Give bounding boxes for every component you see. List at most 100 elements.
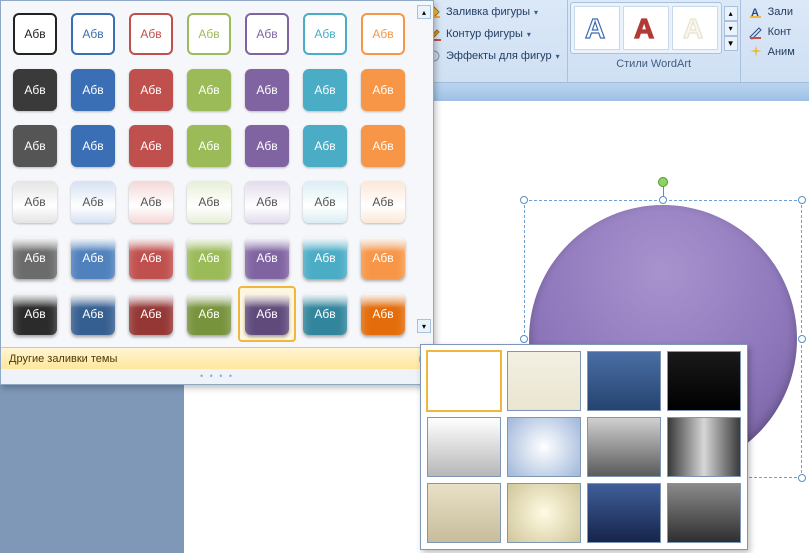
shape-style-swatch[interactable]: Абв	[65, 175, 121, 229]
sparkle-icon	[748, 44, 764, 60]
shape-style-swatch[interactable]: Абв	[123, 63, 179, 117]
shape-effects-button[interactable]: Эффекты для фигур ▾	[423, 46, 563, 66]
theme-fill-gallery	[420, 344, 748, 550]
wordart-style-swatch[interactable]: A	[574, 6, 620, 50]
shape-style-swatch[interactable]: Абв	[123, 231, 179, 285]
scroll-up-arrow[interactable]: ▴	[417, 5, 431, 19]
text-anim-button[interactable]: Аним	[745, 42, 798, 62]
theme-fill-swatch[interactable]	[427, 351, 501, 411]
shape-style-swatch[interactable]: Абв	[239, 231, 295, 285]
gallery-down-arrow[interactable]: ▾	[724, 21, 738, 36]
theme-fill-swatch[interactable]	[667, 417, 741, 477]
theme-fill-swatch[interactable]	[507, 417, 581, 477]
wordart-style-swatch[interactable]: A	[623, 6, 669, 50]
group-label: Стили WordArt	[568, 56, 740, 74]
shape-style-swatch[interactable]: Абв	[65, 287, 121, 341]
shape-fill-label: Заливка фигуры	[446, 6, 530, 18]
shape-style-swatch[interactable]: Абв	[123, 175, 179, 229]
shape-style-swatch[interactable]: Абв	[355, 231, 411, 285]
text-fill-button[interactable]: A Зали	[745, 2, 798, 22]
more-theme-fills-button[interactable]: Другие заливки темы ▸	[1, 347, 433, 369]
shape-style-swatch[interactable]: Абв	[181, 119, 237, 173]
shape-style-swatch[interactable]: Абв	[297, 175, 353, 229]
shape-style-swatch[interactable]: Абв	[355, 287, 411, 341]
shape-style-gallery: ▴ ▾ АбвАбвАбвАбвАбвАбвАбвАбвАбвАбвАбвАбв…	[0, 0, 434, 385]
wordart-styles-group: AAA ▴ ▾ ▼ Стили WordArt	[568, 0, 741, 82]
resize-handle[interactable]	[798, 474, 806, 482]
theme-fill-swatch[interactable]	[587, 417, 661, 477]
shape-style-swatch[interactable]: Абв	[355, 7, 411, 61]
theme-fill-swatch[interactable]	[667, 351, 741, 411]
shape-fill-button[interactable]: Заливка фигуры ▾	[423, 2, 563, 22]
shape-style-swatch[interactable]: Абв	[239, 119, 295, 173]
wordart-style-swatch[interactable]: A	[672, 6, 718, 50]
scroll-down-arrow[interactable]: ▾	[417, 319, 431, 333]
gallery-more-arrow[interactable]: ▼	[724, 36, 738, 51]
shape-style-swatch[interactable]: Абв	[7, 175, 63, 229]
theme-fill-swatch[interactable]	[427, 483, 501, 543]
theme-fill-swatch[interactable]	[667, 483, 741, 543]
shape-style-swatch[interactable]: Абв	[65, 7, 121, 61]
shape-outline-label: Контур фигуры	[446, 28, 523, 40]
shape-style-swatch[interactable]: Абв	[181, 231, 237, 285]
shape-style-swatch[interactable]: Абв	[355, 63, 411, 117]
shape-style-swatch[interactable]: Абв	[297, 119, 353, 173]
shape-style-swatch[interactable]: Абв	[7, 119, 63, 173]
shape-style-swatch[interactable]: Абв	[7, 7, 63, 61]
wordart-gallery[interactable]: AAA	[570, 2, 722, 54]
shape-style-swatch[interactable]: Абв	[65, 119, 121, 173]
more-theme-fills-label: Другие заливки темы	[9, 353, 117, 365]
text-anim-label: Аним	[768, 46, 795, 58]
shape-format-commands: Заливка фигуры ▾ Контур фигуры ▾ Эффекты…	[419, 0, 568, 82]
svg-text:A: A	[634, 13, 654, 44]
svg-text:A: A	[683, 13, 703, 44]
shape-style-swatch[interactable]: Абв	[123, 7, 179, 61]
theme-fill-swatch[interactable]	[587, 483, 661, 543]
text-fill-label: Зали	[768, 6, 793, 18]
theme-fill-swatch[interactable]	[507, 351, 581, 411]
shape-style-swatch[interactable]: Абв	[123, 287, 179, 341]
shape-style-swatch[interactable]: Абв	[65, 63, 121, 117]
shape-style-swatch[interactable]: Абв	[297, 287, 353, 341]
shape-style-swatch[interactable]: Абв	[297, 231, 353, 285]
shape-style-swatch[interactable]: Абв	[297, 7, 353, 61]
shape-style-swatch[interactable]: Абв	[181, 175, 237, 229]
theme-fill-swatch[interactable]	[507, 483, 581, 543]
gallery-up-arrow[interactable]: ▴	[724, 6, 738, 21]
shape-style-swatch[interactable]: Абв	[7, 287, 63, 341]
shape-style-swatch[interactable]: Абв	[65, 231, 121, 285]
text-outline-label: Конт	[768, 26, 792, 38]
resize-handle[interactable]	[659, 196, 667, 204]
text-format-commands: A Зали Конт Аним	[741, 0, 802, 82]
shape-outline-button[interactable]: Контур фигуры ▾	[423, 24, 563, 44]
dropdown-icon: ▾	[534, 8, 538, 17]
rotate-handle[interactable]	[658, 177, 668, 187]
shape-style-swatch[interactable]: Абв	[239, 7, 295, 61]
dropdown-icon: ▾	[556, 52, 560, 61]
shape-style-swatch[interactable]: Абв	[181, 287, 237, 341]
shape-style-swatch[interactable]: Абв	[355, 175, 411, 229]
shape-style-swatch[interactable]: Абв	[239, 287, 295, 341]
shape-style-swatch[interactable]: Абв	[239, 63, 295, 117]
shape-effects-label: Эффекты для фигур	[446, 50, 552, 62]
shape-style-swatch[interactable]: Абв	[239, 175, 295, 229]
shape-style-swatch[interactable]: Абв	[123, 119, 179, 173]
theme-fill-swatch[interactable]	[427, 417, 501, 477]
grab-handle[interactable]: • • • •	[1, 369, 433, 384]
text-fill-icon: A	[748, 4, 764, 20]
resize-handle[interactable]	[798, 335, 806, 343]
shape-style-swatch[interactable]: Абв	[7, 63, 63, 117]
shape-style-swatch[interactable]: Абв	[297, 63, 353, 117]
shape-style-swatch[interactable]: Абв	[181, 63, 237, 117]
shape-style-swatch[interactable]: Абв	[355, 119, 411, 173]
text-outline-button[interactable]: Конт	[745, 22, 798, 42]
svg-text:A: A	[585, 13, 605, 44]
resize-handle[interactable]	[520, 335, 528, 343]
shape-style-swatch[interactable]: Абв	[7, 231, 63, 285]
dropdown-icon: ▾	[527, 30, 531, 39]
theme-fill-swatch[interactable]	[587, 351, 661, 411]
resize-handle[interactable]	[798, 196, 806, 204]
resize-handle[interactable]	[520, 196, 528, 204]
text-outline-icon	[748, 24, 764, 40]
shape-style-swatch[interactable]: Абв	[181, 7, 237, 61]
